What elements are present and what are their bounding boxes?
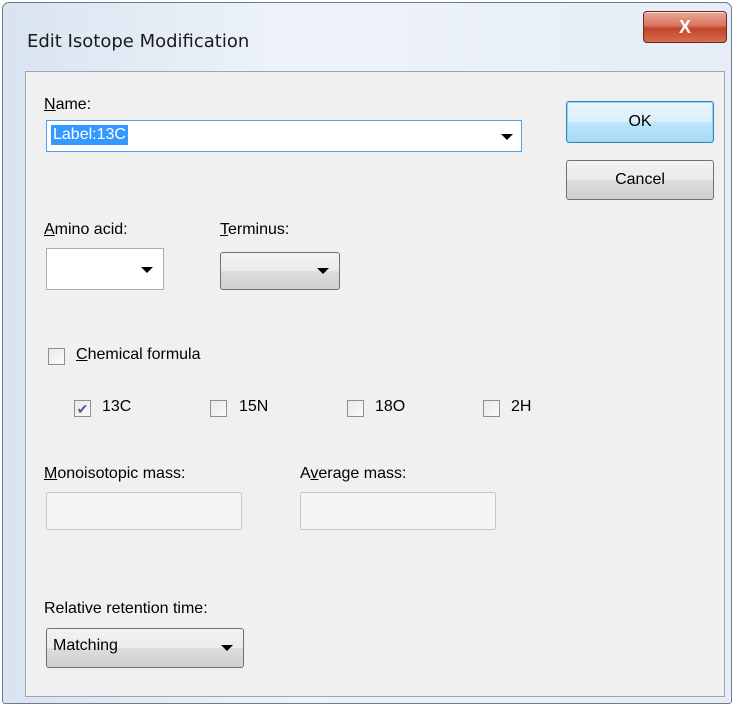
isotope-15n-checkbox[interactable]: [210, 400, 227, 417]
ok-button-label: OK: [628, 113, 652, 130]
terminus-combobox[interactable]: [220, 252, 340, 290]
retention-time-value: Matching: [53, 637, 118, 654]
chemical-formula-checkbox[interactable]: [48, 348, 65, 365]
chevron-down-icon: [141, 267, 153, 273]
chevron-down-icon: [221, 645, 233, 651]
chevron-down-icon: [317, 268, 329, 274]
average-mass-label: Average mass:: [300, 465, 407, 482]
isotope-13c-label: 13C: [102, 398, 132, 415]
chevron-down-icon: [501, 134, 513, 140]
name-value: Label:13C: [51, 125, 128, 145]
isotope-15n-label: 15N: [239, 398, 269, 415]
chemical-formula-label: Chemical formula: [76, 346, 201, 363]
close-button[interactable]: X: [643, 11, 727, 43]
monoisotopic-mass-field[interactable]: [46, 492, 242, 530]
isotope-2h-checkbox[interactable]: [483, 400, 500, 417]
ok-button[interactable]: OK: [566, 101, 714, 143]
terminus-label: Terminus:: [220, 221, 290, 238]
dialog-window: Edit Isotope Modification X Name: Label:…: [2, 2, 732, 704]
isotope-18o-checkbox[interactable]: [347, 400, 364, 417]
retention-time-combobox[interactable]: Matching: [46, 628, 244, 668]
retention-time-label: Relative retention time:: [44, 600, 208, 617]
window-title: Edit Isotope Modification: [27, 31, 250, 52]
close-icon: X: [678, 16, 691, 37]
amino-acid-label: Amino acid:: [44, 221, 128, 238]
name-label: Name:: [44, 96, 92, 113]
monoisotopic-mass-label: Monoisotopic mass:: [44, 465, 186, 482]
isotope-2h-label: 2H: [511, 398, 532, 415]
name-combobox[interactable]: Label:13C: [46, 120, 522, 152]
average-mass-field[interactable]: [300, 492, 496, 530]
check-mark-icon: ✔: [76, 400, 89, 417]
isotope-13c-checkbox[interactable]: ✔: [74, 400, 91, 417]
isotope-18o-label: 18O: [375, 398, 406, 415]
dialog-client-area: Name: Label:13C OK Cancel Amino acid: Te…: [25, 71, 725, 697]
cancel-button-label: Cancel: [615, 171, 665, 188]
cancel-button[interactable]: Cancel: [566, 160, 714, 200]
amino-acid-combobox[interactable]: [46, 248, 164, 290]
